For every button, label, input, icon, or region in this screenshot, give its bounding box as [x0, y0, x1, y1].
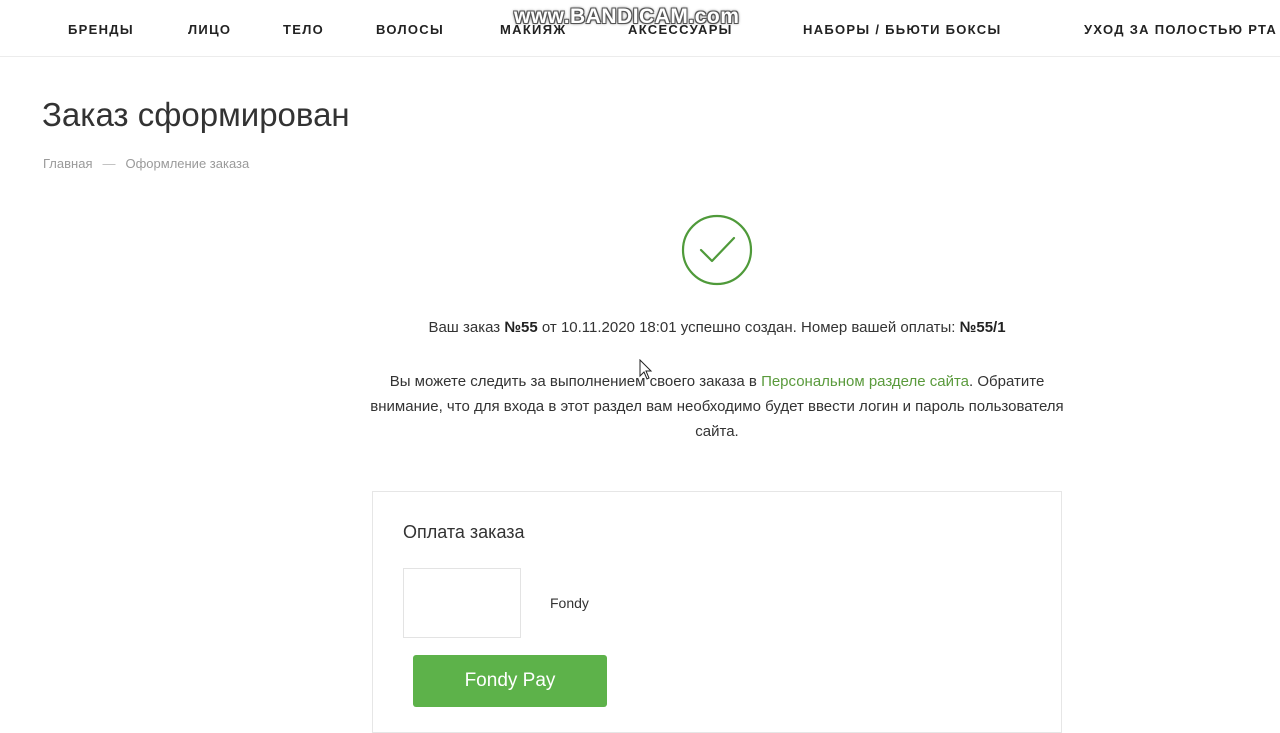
order-date-text: от 10.11.2020 18:01 успешно создан. Номе…: [541, 319, 956, 336]
breadcrumb: Главная — Оформление заказа: [43, 156, 249, 171]
info-period: .: [969, 373, 974, 390]
nav-item-oral-care[interactable]: УХОД ЗА ПОЛОСТЬЮ РТА: [1084, 22, 1277, 37]
order-tracking-info: Вы можете следить за выполнением своего …: [360, 369, 1074, 444]
breadcrumb-separator: —: [102, 156, 116, 171]
payment-number: №55/1: [959, 319, 1006, 336]
nav-item-body[interactable]: ТЕЛО: [283, 22, 324, 37]
payment-method-logo-box[interactable]: [403, 568, 521, 638]
checkmark-circle-icon: [681, 214, 753, 286]
payment-title: Оплата заказа: [403, 522, 525, 542]
nav-item-sets[interactable]: НАБОРЫ / БЬЮТИ БОКСЫ: [803, 22, 1001, 37]
mouse-cursor-icon: [639, 359, 653, 380]
order-number: №55: [504, 319, 538, 336]
page-title: Заказ сформирован: [42, 96, 350, 133]
order-prefix: Ваш заказ: [428, 319, 501, 336]
info-text: Вы можете следить за выполнением своего …: [389, 373, 757, 390]
personal-section-link[interactable]: Персональном разделе сайта: [761, 373, 969, 390]
screen-recorder-watermark: www.BANDICAM.com: [514, 5, 740, 28]
payment-method-name: Fondy: [550, 595, 589, 611]
order-confirmation-text: Ваш заказ №55 от 10.11.2020 18:01 успешн…: [310, 319, 1124, 336]
nav-item-brands[interactable]: БРЕНДЫ: [68, 22, 134, 37]
nav-item-hair[interactable]: ВОЛОСЫ: [376, 22, 444, 37]
payment-panel: Оплата заказа Fondy Fondy Pay: [372, 491, 1062, 733]
breadcrumb-current: Оформление заказа: [125, 156, 250, 171]
breadcrumb-home-link[interactable]: Главная: [43, 156, 92, 171]
fondy-pay-button[interactable]: Fondy Pay: [413, 655, 607, 707]
nav-item-face[interactable]: ЛИЦО: [188, 22, 231, 37]
